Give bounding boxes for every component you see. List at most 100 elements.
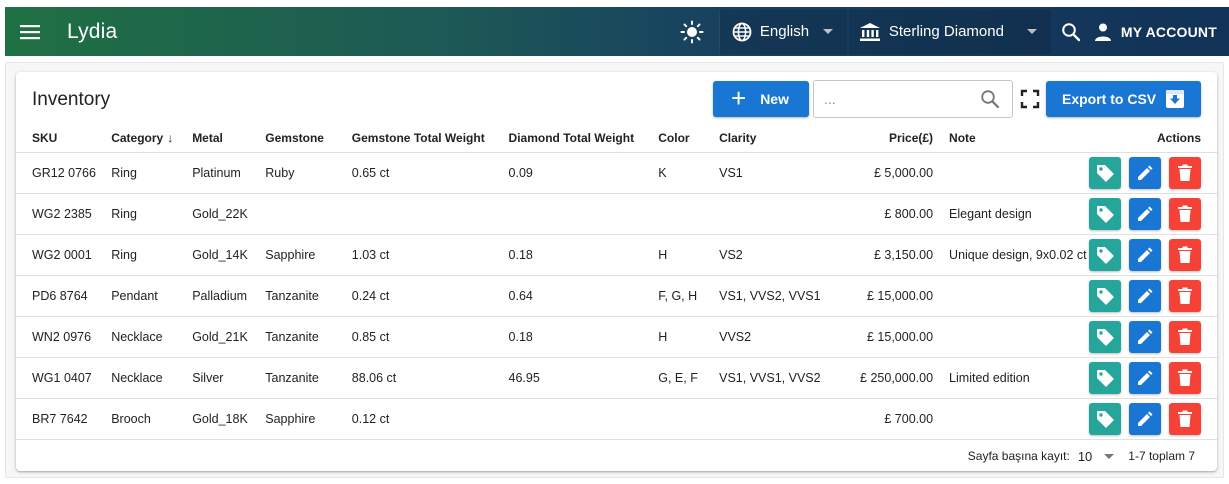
tag-button[interactable] [1089,279,1121,312]
menu-button[interactable] [7,7,53,56]
table-row[interactable]: GR12 0766 Ring Platinum Ruby 0.65 ct 0.0… [16,152,1217,194]
cell-price: £ 700.00 [821,398,934,440]
delete-button[interactable] [1169,402,1201,435]
edit-button[interactable] [1129,361,1161,394]
tag-button[interactable] [1089,156,1121,189]
tag-icon [1097,328,1114,346]
new-item-button[interactable]: + New [713,81,809,117]
cell-note [933,275,1089,317]
pencil-icon [1138,288,1153,303]
cell-sku: PD6 8764 [16,275,112,317]
table-row[interactable]: BR7 7642 Brooch Gold_18K Sapphire 0.12 c… [16,398,1217,440]
store-label: Sterling Diamond [888,23,1004,40]
tag-button[interactable] [1089,197,1121,230]
pencil-icon [1138,165,1153,180]
app-bar: Lydia English Sterling Diamond MY ACCOUN… [5,7,1229,56]
trash-icon [1178,410,1192,427]
tag-button[interactable] [1089,402,1121,435]
cell-actions [1089,193,1217,235]
inventory-card: Inventory + New Export to CSV SKU [16,72,1217,471]
cell-price: £ 250,000.00 [821,357,934,399]
cell-gemstone: Tanzanite [265,275,352,317]
trash-icon [1178,164,1192,181]
cell-actions [1089,357,1217,399]
store-select[interactable]: Sterling Diamond [848,9,1051,54]
cell-price: £ 3,150.00 [821,234,934,276]
column-header-category[interactable]: Category ↓ [111,124,193,153]
cell-gemstone-weight [351,193,509,235]
bank-icon [859,22,880,41]
table-row[interactable]: PD6 8764 Pendant Palladium Tanzanite 0.2… [16,275,1217,317]
cell-clarity: VS1, VVS2, VVS1 [719,275,822,317]
cell-diamond-weight: 0.64 [508,275,659,317]
rows-per-page-select[interactable]: 10 [1078,449,1115,464]
delete-button[interactable] [1169,156,1201,189]
column-header-metal[interactable]: Metal [192,124,266,153]
edit-button[interactable] [1129,402,1161,435]
cell-gemstone-weight: 1.03 ct [351,234,509,276]
edit-button[interactable] [1129,279,1161,312]
cell-actions [1089,234,1217,276]
rows-per-page-label: Sayfa başına kayıt: [967,449,1070,463]
search-input[interactable] [824,91,974,107]
tag-button[interactable] [1089,238,1121,271]
table-row[interactable]: WG2 2385 Ring Gold_22K £ 800.00 Elegant … [16,193,1217,235]
delete-button[interactable] [1169,279,1201,312]
column-header-price[interactable]: Price(£) [821,124,934,153]
delete-button[interactable] [1169,320,1201,353]
edit-button[interactable] [1129,197,1161,230]
theme-toggle-button[interactable] [675,15,709,49]
tag-icon [1097,164,1114,182]
table-row[interactable]: WN2 0976 Necklace Gold_21K Tanzanite 0.8… [16,316,1217,358]
cell-color: F, G, H [658,275,720,317]
fullscreen-button[interactable] [1019,88,1041,110]
search-field[interactable] [813,80,1013,118]
search-icon [1062,22,1081,41]
edit-button[interactable] [1129,156,1161,189]
table-row[interactable]: WG2 0001 Ring Gold_14K Sapphire 1.03 ct … [16,234,1217,276]
cell-metal: Gold_14K [192,234,266,276]
cell-clarity [719,398,822,440]
delete-button[interactable] [1169,238,1201,271]
language-label: English [759,23,810,40]
tag-icon [1097,287,1114,305]
cell-note: Elegant design [933,193,1089,235]
account-button[interactable]: MY ACCOUNT [1087,10,1229,54]
column-header-diamond-weight[interactable]: Diamond Total Weight [508,124,659,153]
column-header-gemstone[interactable]: Gemstone [265,124,352,153]
cell-gemstone: Sapphire [265,234,352,276]
export-csv-button[interactable]: Export to CSV [1046,81,1201,117]
cell-diamond-weight: 0.18 [508,316,659,358]
delete-button[interactable] [1169,197,1201,230]
cell-note [933,152,1089,194]
cell-color: K [658,152,720,194]
column-header-note[interactable]: Note [933,124,1089,153]
edit-button[interactable] [1129,238,1161,271]
trash-icon [1178,246,1192,263]
language-select[interactable]: English [718,9,847,54]
cell-gemstone: Tanzanite [265,316,352,358]
cell-clarity: VS1, VVS1, VVS2 [719,357,822,399]
table-row[interactable]: WG1 0407 Necklace Silver Tanzanite 88.06… [16,357,1217,399]
column-header-gemstone-weight[interactable]: Gemstone Total Weight [351,124,509,153]
export-button-label: Export to CSV [1062,91,1157,107]
column-header-clarity[interactable]: Clarity [719,124,822,153]
trash-icon [1178,369,1192,386]
edit-button[interactable] [1129,320,1161,353]
cell-note: Unique design, 9x0.02 ct [933,234,1089,276]
cell-color [658,398,720,440]
column-header-color[interactable]: Color [658,124,720,153]
tag-icon [1097,369,1114,387]
column-header-sku[interactable]: SKU [16,124,112,153]
cell-gemstone [265,193,352,235]
cell-actions [1089,398,1217,440]
tag-button[interactable] [1089,320,1121,353]
cell-gemstone: Tanzanite [265,357,352,399]
delete-button[interactable] [1169,361,1201,394]
account-label: MY ACCOUNT [1120,23,1217,40]
global-search-button[interactable] [1055,10,1087,54]
tag-button[interactable] [1089,361,1121,394]
cell-metal: Gold_22K [192,193,266,235]
plus-icon: + [731,82,747,113]
pencil-icon [1138,206,1153,221]
